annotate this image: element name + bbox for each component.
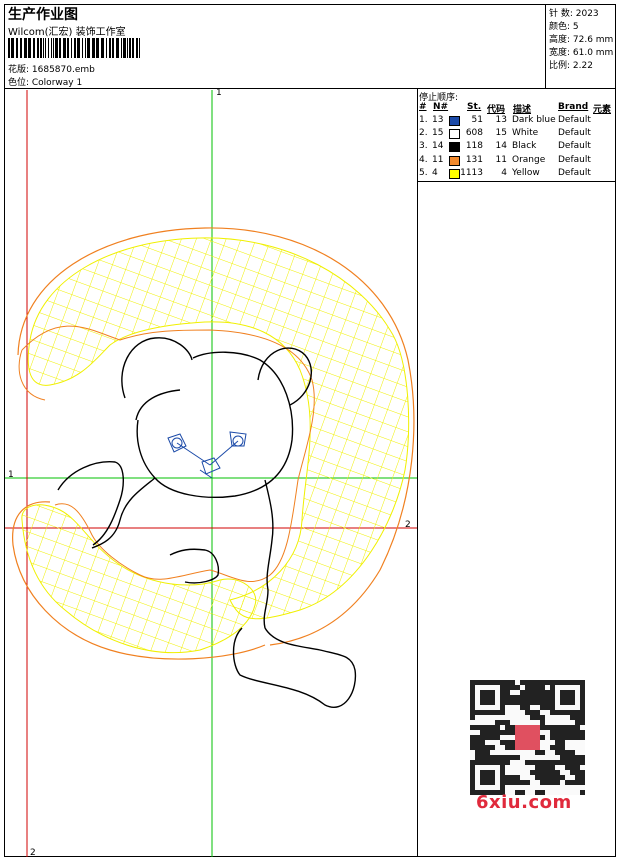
axis-label-green-top: 1 bbox=[216, 88, 222, 98]
face-details bbox=[167, 431, 247, 479]
qr-code bbox=[470, 680, 585, 795]
yellow-fill-bottom bbox=[21, 504, 257, 654]
axis-label-red-bottom: 2 bbox=[30, 848, 36, 858]
axis-label-red-right: 2 bbox=[405, 520, 411, 530]
axis-label-green-left: 1 bbox=[8, 470, 14, 480]
watermark-logo: 6xiu.com bbox=[476, 792, 572, 813]
